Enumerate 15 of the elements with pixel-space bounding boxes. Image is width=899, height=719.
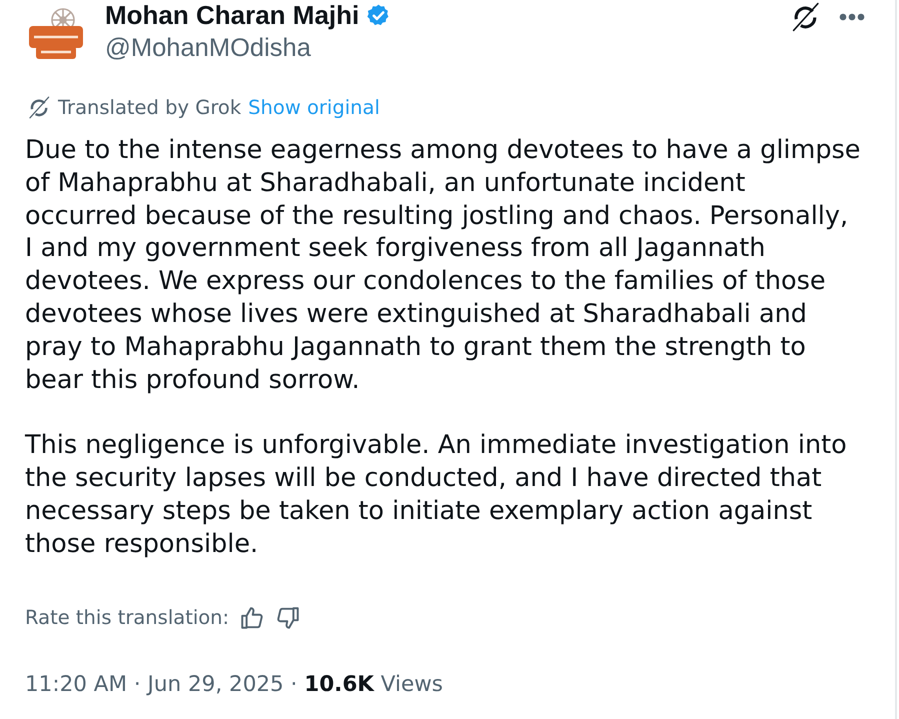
more-icon[interactable]	[839, 13, 865, 21]
grok-icon	[28, 96, 51, 119]
post-paragraph: This negligence is unforgivable. An immediate investigation into the security lapses will be conducted, and I have directed that necessary steps be taken to initiate exemplary action against those responsible.	[25, 429, 848, 560]
post-timestamp-views: 11:20 AM · Jun 29, 2025 · 10.6K Views	[25, 671, 444, 700]
author-handle[interactable]: @MohanMOdisha	[105, 33, 311, 63]
profile-logo-image[interactable]	[27, 6, 85, 60]
post-paragraph: Due to the intense eagerness among devotees to have a glimpse of Mahaprabhu at Sharadhabali, an unfortunate incident occurred because of the resulting jostling and chaos. Personally, I and my government seek forgiveness from all Jagannath devotees. We express our condolences to the families of those devotees whose lives were extinguished at Sharadhabali and pray to Mahaprabhu Jagannath to grant them the strength to bear this profound sorrow.	[25, 134, 862, 396]
thumbs-up-button[interactable]	[239, 605, 266, 632]
thumbs-down-icon	[275, 605, 302, 632]
thumbs-up-icon	[239, 605, 266, 632]
author-name[interactable]: Mohan Charan Majhi	[105, 0, 360, 31]
thumbs-down-button[interactable]	[275, 605, 302, 632]
rate-translation-label: Rate this translation:	[25, 605, 230, 632]
grok-icon[interactable]	[791, 2, 821, 32]
translated-label: Translated by Grok	[58, 95, 242, 120]
